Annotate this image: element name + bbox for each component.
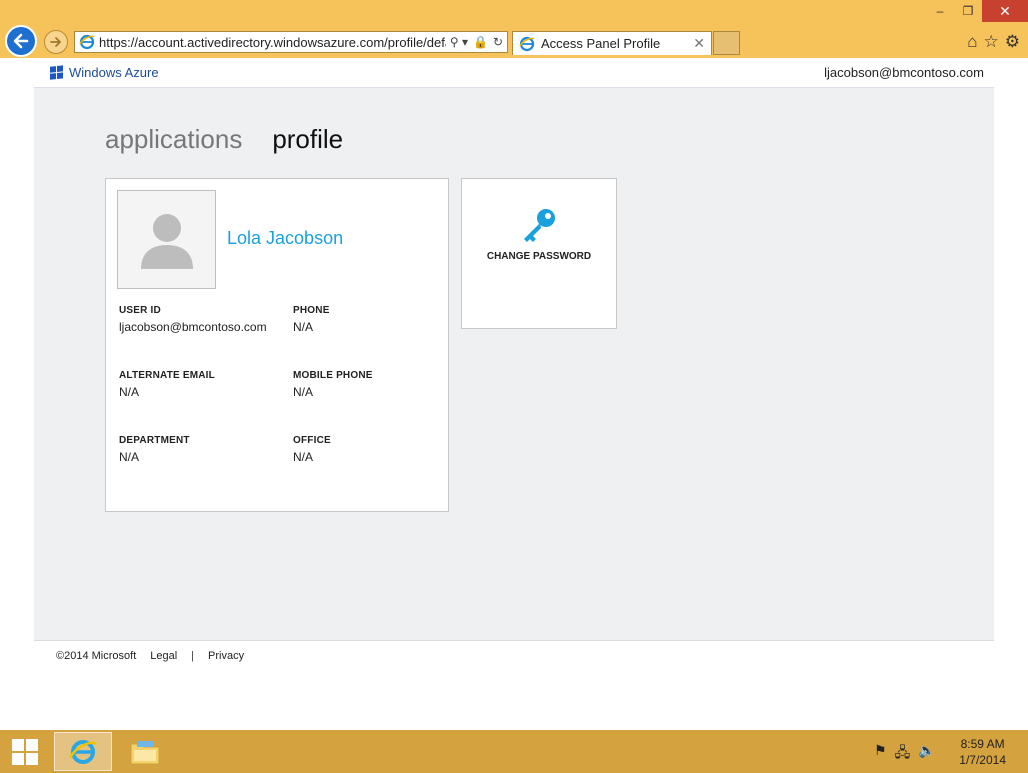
tab-applications[interactable]: applications xyxy=(105,124,242,155)
search-icon[interactable]: ⚲ ▾ xyxy=(450,35,468,49)
forward-button[interactable] xyxy=(44,30,68,54)
copyright: ©2014 Microsoft xyxy=(56,649,137,662)
privacy-link[interactable]: Privacy xyxy=(208,650,244,662)
taskbar-file-explorer[interactable] xyxy=(116,732,174,771)
key-icon xyxy=(524,209,555,242)
taskbar-ie[interactable] xyxy=(54,732,112,771)
taskbar-clock[interactable]: 8:59 AM 1/7/2014 xyxy=(959,736,1006,768)
profile-card: Lola Jacobson USER ID ljacobson@bmcontos… xyxy=(105,178,449,512)
window-margin-bottom xyxy=(34,670,994,730)
network-icon[interactable]: 🖧 xyxy=(895,742,911,766)
system-tray: ⚑ 🖧 🔈 xyxy=(874,742,936,766)
clock-time: 8:59 AM xyxy=(960,737,1005,751)
close-tab-icon[interactable]: ✕ xyxy=(693,35,705,52)
home-icon[interactable]: ⌂ xyxy=(967,32,977,52)
address-bar[interactable]: https://account.activedirectory.windowsa… xyxy=(74,31,508,53)
window-margin-left xyxy=(0,58,34,730)
window-controls: – ❐ ✕ xyxy=(926,0,1028,24)
refresh-icon[interactable]: ↻ xyxy=(493,35,503,49)
field-phone: PHONE N/A xyxy=(293,305,330,334)
folder-icon xyxy=(130,740,160,764)
field-department: DEPARTMENT N/A xyxy=(119,435,190,464)
back-button[interactable] xyxy=(5,25,37,57)
change-password-tile[interactable]: CHANGE PASSWORD xyxy=(461,178,617,329)
site-header: Windows Azure ljacobson@bmcontoso.com xyxy=(34,58,994,88)
field-alternate-email: ALTERNATE EMAIL N/A xyxy=(119,370,215,399)
ie-page-icon xyxy=(79,34,95,50)
restore-button[interactable]: ❐ xyxy=(954,0,982,22)
volume-icon[interactable]: 🔈 xyxy=(918,742,935,766)
internet-explorer-icon xyxy=(68,739,97,764)
window-margin-right xyxy=(994,58,1028,730)
browser-toolbar: ⌂ ☆ ⚙ xyxy=(967,32,1020,52)
avatar xyxy=(117,190,216,289)
action-center-flag-icon[interactable]: ⚑ xyxy=(874,742,887,766)
field-user-id: USER ID ljacobson@bmcontoso.com xyxy=(119,305,267,334)
arrow-left-icon xyxy=(13,33,29,49)
ie-tab-icon xyxy=(519,36,535,51)
settings-icon[interactable]: ⚙ xyxy=(1005,32,1020,52)
page-content: Windows Azure ljacobson@bmcontoso.com ap… xyxy=(34,58,994,670)
signed-in-user[interactable]: ljacobson@bmcontoso.com xyxy=(824,65,984,80)
tab-profile[interactable]: profile xyxy=(272,124,343,155)
profile-name: Lola Jacobson xyxy=(227,228,344,248)
site-footer: ©2014 Microsoft Legal | Privacy xyxy=(34,640,994,670)
url-text[interactable]: https://account.activedirectory.windowsa… xyxy=(99,35,446,50)
legal-link[interactable]: Legal xyxy=(150,650,177,662)
browser-tab[interactable]: Access Panel Profile ✕ xyxy=(512,31,712,55)
new-tab-button[interactable] xyxy=(713,31,740,55)
arrow-right-icon xyxy=(50,37,61,47)
brand-name: Windows Azure xyxy=(69,65,159,80)
close-window-button[interactable]: ✕ xyxy=(982,0,1028,22)
clock-date: 1/7/2014 xyxy=(959,753,1006,767)
windows-flag-icon xyxy=(50,65,64,80)
brand-logo[interactable]: Windows Azure xyxy=(50,65,159,80)
favorites-icon[interactable]: ☆ xyxy=(984,32,999,52)
start-button[interactable] xyxy=(12,739,38,765)
minimize-button[interactable]: – xyxy=(926,0,954,22)
footer-separator: | xyxy=(191,649,195,662)
field-office: OFFICE N/A xyxy=(293,435,331,464)
browser-chrome: – ❐ ✕ https://account.activedirectory.wi… xyxy=(0,0,1028,58)
user-silhouette-icon xyxy=(140,213,193,269)
taskbar: ⚑ 🖧 🔈 8:59 AM 1/7/2014 xyxy=(0,730,1028,773)
tab-title: Access Panel Profile xyxy=(541,36,661,51)
change-password-label: CHANGE PASSWORD xyxy=(486,251,592,262)
field-mobile-phone: MOBILE PHONE N/A xyxy=(293,370,373,399)
lock-icon[interactable]: 🔒 xyxy=(473,35,488,49)
main-nav: applications profile xyxy=(105,124,343,155)
